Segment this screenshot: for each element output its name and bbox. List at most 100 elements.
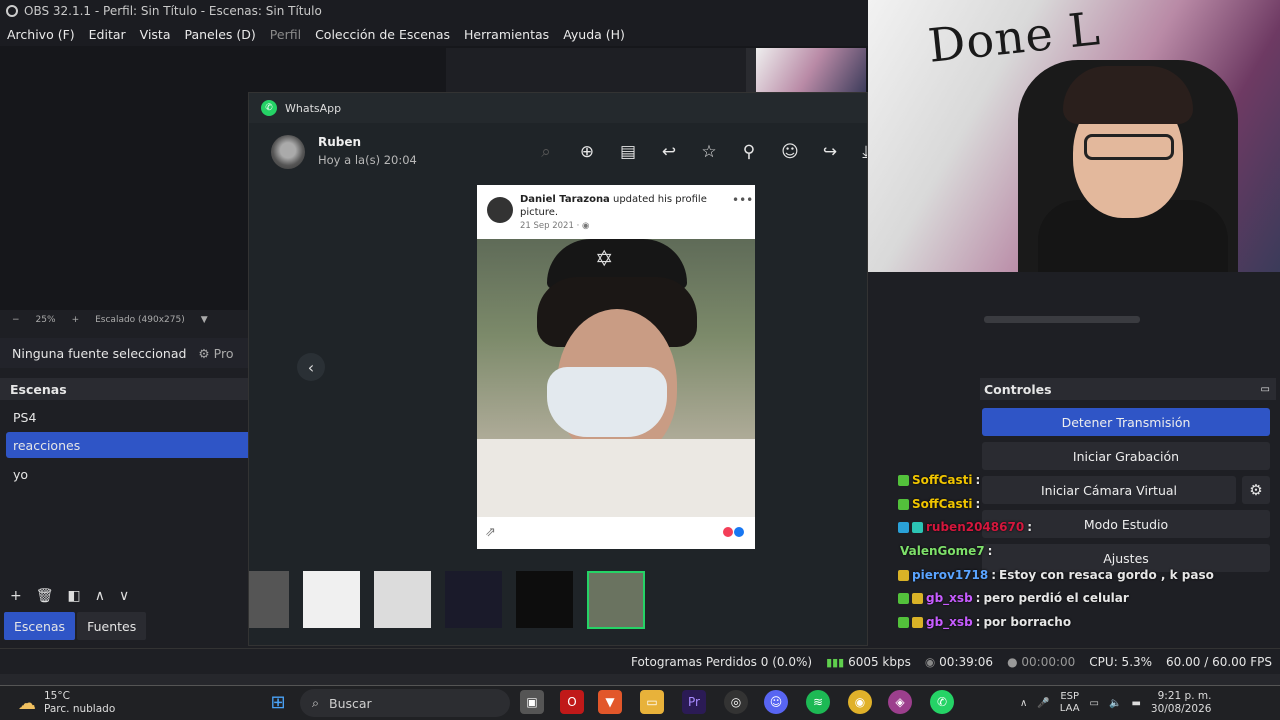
previous-arrow-icon[interactable]: ‹ [297,353,325,381]
speaker-icon[interactable]: 🔈 [1109,698,1121,709]
taskbar-search[interactable]: ⌕ Buscar [300,689,510,717]
streamer-hair [1063,66,1193,124]
search-icon: ⌕ [312,695,320,710]
spotify-icon[interactable]: ≋ [806,690,830,714]
zoom-in-icon[interactable]: ⊕ [576,141,598,163]
chrome-icon[interactable]: ◉ [848,690,872,714]
scale-dropdown-icon[interactable]: ▼ [201,315,208,325]
properties-button[interactable]: ⚙ Pro [198,346,233,361]
menu-coleccion-escenas[interactable]: Colección de Escenas [308,27,457,42]
badge-icon [912,592,923,604]
stop-stream-button[interactable]: Detener Transmisión [982,408,1270,436]
add-scene-icon[interactable]: + [10,588,22,604]
move-down-icon[interactable]: ∨ [119,588,129,604]
language-code[interactable]: ESP [1060,691,1080,703]
start-recording-button[interactable]: Iniciar Grabación [982,442,1270,470]
start-virtual-camera-button[interactable]: Iniciar Cámara Virtual [982,476,1236,504]
controls-panel-title: Controles ▭ [980,378,1276,400]
opera-icon[interactable]: O [560,690,584,714]
chat-username: SoffCasti [912,497,973,511]
undock-icon[interactable]: ▭ [1261,384,1270,395]
chat-message: SoffCasti: [898,497,983,511]
obs-logo-icon [6,5,18,17]
obs-taskbar-icon[interactable]: ◎ [724,690,748,714]
whatsapp-taskbar-icon[interactable]: ✆ [930,690,954,714]
bottom-scrollbar[interactable] [0,674,1280,686]
chat-username: SoffCasti [912,473,973,487]
microphone-icon[interactable]: 🎤 [1037,698,1049,709]
chat-username: gb_xsb [926,591,973,605]
chat-username: gb_xsb [926,615,973,629]
menu-vista[interactable]: Vista [133,27,178,42]
thumbnail[interactable] [249,571,289,628]
menu-perfil[interactable]: Perfil [263,27,308,42]
star-icon[interactable]: ☆ [698,141,720,163]
gear-icon: ⚙ [198,345,210,361]
battery-icon[interactable]: ▬ [1131,698,1140,709]
taskbar-clock[interactable]: 9:21 p. m. 30/08/2026 [1151,690,1212,716]
chat-message: ruben2048670: [898,520,1035,534]
clock-date: 30/08/2026 [1150,703,1212,715]
zoom-out-icon[interactable]: ⌕ [535,141,557,163]
zoom-level: 25% [35,315,56,325]
scale-label: Escalado (490x275) [95,315,185,325]
obs-menubar: Archivo (F) Editar Vista Paneles (D) Per… [0,22,868,46]
badge-icon [898,521,909,533]
task-view-icon[interactable]: ▣ [520,690,544,714]
thumbnail-selected[interactable] [587,571,645,629]
virtual-camera-settings-icon[interactable]: ⚙ [1242,476,1270,504]
thumbnail[interactable] [374,571,431,628]
weather-cloud-icon: ☁ [18,692,36,714]
menu-herramientas[interactable]: Herramientas [457,27,556,42]
scene-item-reacciones[interactable]: reacciones [6,432,248,458]
globe-icon: ◉ [581,221,590,231]
brave-icon[interactable]: ▼ [598,690,622,714]
thumbnail[interactable] [303,571,360,628]
trash-icon[interactable]: 🗑 [36,588,54,604]
pin-icon[interactable]: ⚲ [738,141,760,163]
reply-icon[interactable]: ↩ [658,141,680,163]
thumbnail[interactable] [516,571,573,628]
horizontal-scrollbar[interactable] [984,316,1140,323]
menu-archivo[interactable]: Archivo (F) [0,27,82,42]
reactions-icon [723,527,744,537]
badge-icon [912,521,923,533]
chat-message: gb_xsb: pero perdió el celular [898,591,1129,605]
shared-image[interactable]: Daniel Tarazona updated his profile pict… [477,185,755,549]
dropped-frames: Fotogramas Perdidos 0 (0.0%) [630,654,813,669]
zoom-out-button[interactable]: − [12,315,20,325]
network-icon[interactable]: ▭ [1090,698,1099,709]
forward-icon[interactable]: ↪ [819,141,841,163]
menu-ayuda[interactable]: Ayuda (H) [556,27,632,42]
premiere-icon[interactable]: Pr [682,690,706,714]
menu-editar[interactable]: Editar [82,27,133,42]
filters-icon[interactable]: ◧ [68,588,81,604]
chat-text: por borracho [983,615,1072,629]
keyboard-layout[interactable]: LAA [1060,703,1080,715]
download-icon[interactable]: ⤓ [855,141,867,163]
menu-paneles[interactable]: Paneles (D) [178,27,263,42]
tab-escenas[interactable]: Escenas [4,612,76,640]
chevron-up-icon[interactable]: ∧ [1020,698,1027,709]
emoji-icon[interactable]: ☺ [779,141,801,163]
obs-window-title: OBS 32.1.1 - Perfil: Sin Título - Escena… [24,4,322,18]
scene-toolbar: + 🗑 ◧ ∧ ∨ [0,584,248,608]
browser-icon[interactable]: ◈ [888,690,912,714]
weather-widget[interactable]: ☁ 15°C Parc. nublado [18,686,158,720]
windows-start-icon[interactable]: ⊞ [266,690,290,714]
scene-item-yo[interactable]: yo [6,461,248,487]
scene-item-ps4[interactable]: PS4 [6,404,248,430]
thumbnail[interactable] [445,571,502,628]
message-timestamp: Hoy a la(s) 20:04 [318,153,417,167]
zoom-in-button[interactable]: + [72,315,80,325]
dock-tabs: Escenas Fuentes [0,612,248,642]
go-to-message-icon[interactable]: ▤ [617,141,639,163]
tab-fuentes[interactable]: Fuentes [77,612,147,640]
post-caption: Daniel Tarazona updated his profile pict… [520,194,707,218]
file-explorer-icon[interactable]: ▭ [640,690,664,714]
avatar[interactable] [271,135,305,169]
move-up-icon[interactable]: ∧ [95,588,105,604]
discord-icon[interactable]: ☺ [764,690,788,714]
bitrate: ▮▮▮ 6005 kbps [826,654,911,669]
nested-preview-capture [446,48,866,93]
